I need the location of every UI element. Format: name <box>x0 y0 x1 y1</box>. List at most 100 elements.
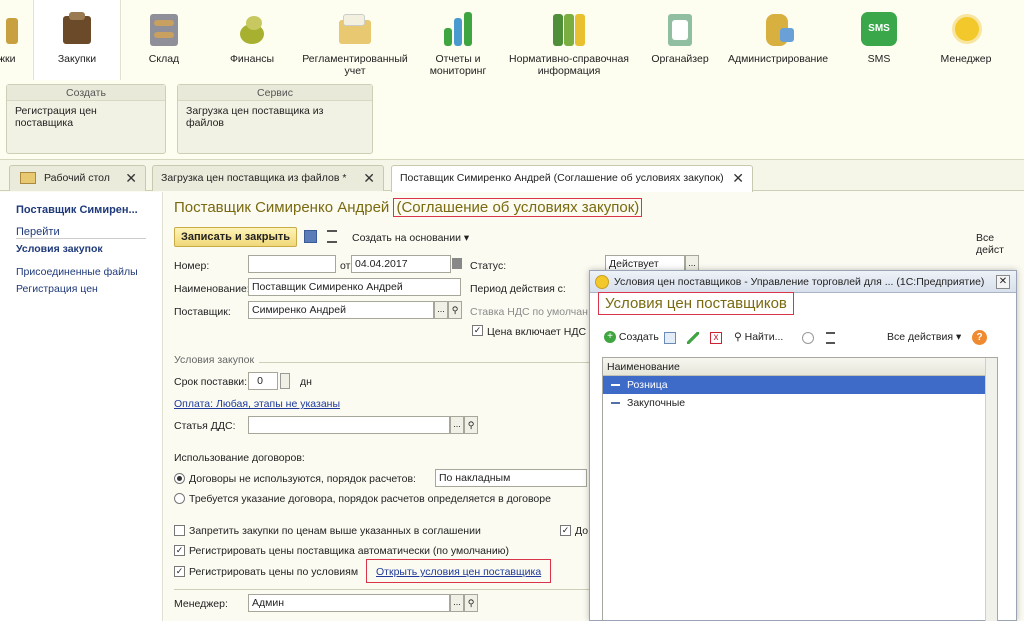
manager-icon <box>948 10 984 48</box>
form-title: Поставщик Симиренко Андрей (Соглашение о… <box>174 198 643 217</box>
close-icon[interactable]: ✕ <box>125 166 137 190</box>
search-icon[interactable]: ⚲ <box>448 301 462 319</box>
cancel-search-icon[interactable] <box>802 332 814 344</box>
nav-item-purchase-terms[interactable]: Условия закупок <box>16 243 103 255</box>
right-option-checkbox[interactable]: ✓ <box>560 525 571 536</box>
section-reference-info[interactable]: Нормативно-справочная информация <box>504 0 634 80</box>
all-actions-button[interactable]: Все дейст <box>976 232 1024 256</box>
create-based-on-button[interactable]: Создать на основании ▾ <box>352 232 469 244</box>
spinner-icon[interactable] <box>280 373 290 389</box>
save-icon[interactable] <box>304 230 317 243</box>
tab-supplier-agreement[interactable]: Поставщик Симиренко Андрей (Соглашение о… <box>391 165 753 192</box>
number-input[interactable] <box>248 255 336 273</box>
section-organizer[interactable]: Органайзер <box>642 0 718 80</box>
find-button[interactable]: ⚲ Найти... <box>734 331 783 343</box>
section-warehouse[interactable]: Склад <box>126 0 202 80</box>
save-and-close-button[interactable]: Записать и закрыть <box>174 227 297 247</box>
window-close-button[interactable]: ✕ <box>996 275 1010 289</box>
vertical-scrollbar[interactable] <box>985 358 997 621</box>
group-separator <box>259 362 589 363</box>
command-group-service: Сервис Загрузка цен поставщика из файлов <box>177 84 373 154</box>
calendar-icon[interactable] <box>452 258 462 269</box>
section-finance[interactable]: Финансы <box>212 0 292 80</box>
tab-desktop[interactable]: Рабочий стол ✕ <box>9 165 146 191</box>
open-windows-tabs: Рабочий стол ✕ Загрузка цен поставщика и… <box>0 160 1024 192</box>
section-regulated-accounting[interactable]: Регламентированный учет <box>300 0 410 80</box>
section-administration[interactable]: Администрирование <box>724 0 832 80</box>
dialog-toolbar: + Создать x ⚲ Найти... Все действия ▾ ? <box>604 329 1004 349</box>
status-label: Статус: <box>470 260 507 272</box>
tab-load-prices[interactable]: Загрузка цен поставщика из файлов * ✕ <box>152 165 384 191</box>
open-supplier-price-conditions-link[interactable]: Открыть условия цен поставщика <box>376 566 541 578</box>
reports-chart-icon <box>440 10 476 48</box>
name-label: Наименование: <box>174 283 250 295</box>
price-includes-vat-label: Цена включает НДС <box>487 326 587 338</box>
list-icon[interactable] <box>327 230 337 243</box>
window-titlebar[interactable]: Условия цен поставщиков - Управление тор… <box>590 271 1016 293</box>
manager-input[interactable]: Админ <box>248 594 450 612</box>
price-includes-vat-checkbox[interactable]: ✓ <box>472 325 483 336</box>
date-input[interactable]: 04.04.2017 <box>351 255 451 273</box>
command-group-header: Создать <box>7 85 165 101</box>
database-icon <box>760 10 796 48</box>
section-manager[interactable]: Менеджер <box>926 0 1006 80</box>
section-sms[interactable]: SMS SMS <box>840 0 918 80</box>
register-by-conditions-checkbox[interactable]: ✓ <box>174 566 185 577</box>
edit-icon[interactable] <box>687 332 699 344</box>
list-item[interactable]: Розница <box>603 376 997 394</box>
manager-select-button[interactable]: ... <box>450 594 464 612</box>
purchases-icon <box>59 10 95 48</box>
section-panel: жки Закупки Склад Финансы Регламентирова… <box>0 0 1024 160</box>
supplier-select-button[interactable]: ... <box>434 301 448 319</box>
dialog-title: Условия цен поставщиков <box>598 292 794 315</box>
payment-link[interactable]: Оплата: Любая, этапы не указаны <box>174 398 340 410</box>
desktop-icon <box>20 172 36 184</box>
item-icon <box>611 402 620 404</box>
search-icon[interactable]: ⚲ <box>464 594 478 612</box>
dds-input[interactable] <box>248 416 450 434</box>
days-label: дн <box>300 376 312 388</box>
nav-item-price-registration[interactable]: Регистрация цен <box>16 283 98 295</box>
copy-icon[interactable] <box>664 332 676 344</box>
forbid-higher-prices-checkbox[interactable] <box>174 525 185 536</box>
auto-register-prices-checkbox[interactable]: ✓ <box>174 545 185 556</box>
delivery-term-label: Срок поставки: <box>174 376 248 388</box>
dds-label: Статья ДДС: <box>174 420 236 432</box>
right-option-label: До <box>575 525 589 537</box>
radio-require-contract[interactable] <box>174 493 185 504</box>
delivery-term-input[interactable]: 0 <box>248 372 278 390</box>
nav-title[interactable]: Поставщик Симирен... <box>16 204 138 216</box>
register-supplier-prices-command[interactable]: Регистрация цен поставщика <box>7 101 165 133</box>
name-input[interactable]: Поставщик Симиренко Андрей <box>248 278 461 296</box>
section-purchases[interactable]: Закупки <box>33 0 121 80</box>
supplier-input[interactable]: Симиренко Андрей <box>248 301 434 319</box>
column-header-name[interactable]: Наименование <box>603 358 997 376</box>
dds-select-button[interactable]: ... <box>450 416 464 434</box>
close-icon[interactable]: ✕ <box>732 166 744 190</box>
delete-icon[interactable]: x <box>710 332 722 344</box>
all-actions-button[interactable]: Все действия ▾ <box>887 331 961 343</box>
help-icon[interactable]: ? <box>972 330 987 345</box>
section-reports[interactable]: Отчеты и мониторинг <box>420 0 496 80</box>
list-icon[interactable] <box>826 332 835 344</box>
section-sales[interactable]: жки <box>0 0 22 80</box>
radio-no-contracts[interactable] <box>174 473 185 484</box>
settlement-order-input[interactable]: По накладным <box>435 469 587 487</box>
close-icon[interactable]: ✕ <box>363 166 375 190</box>
item-icon <box>611 384 620 386</box>
load-supplier-prices-command[interactable]: Загрузка цен поставщика из файлов <box>178 101 372 133</box>
binders-icon <box>551 10 587 48</box>
nav-item-attached-files[interactable]: Присоединенные файлы <box>16 266 138 278</box>
forbid-higher-prices-label: Запретить закупки по ценам выше указанны… <box>189 525 481 537</box>
form-title-highlight: (Соглашение об условиях закупок) <box>393 198 643 217</box>
purchase-terms-group-title: Условия закупок <box>174 354 255 366</box>
app-1c-icon <box>595 275 609 289</box>
create-button[interactable]: + Создать <box>604 331 659 344</box>
group-separator <box>174 589 589 590</box>
contracts-label: Использование договоров: <box>174 452 305 464</box>
list-item[interactable]: Закупочные <box>603 394 997 412</box>
register-by-conditions-label: Регистрировать цены по условиям <box>189 566 359 578</box>
search-icon[interactable]: ⚲ <box>464 416 478 434</box>
supplier-label: Поставщик: <box>174 306 231 318</box>
search-icon: ⚲ <box>734 331 742 343</box>
